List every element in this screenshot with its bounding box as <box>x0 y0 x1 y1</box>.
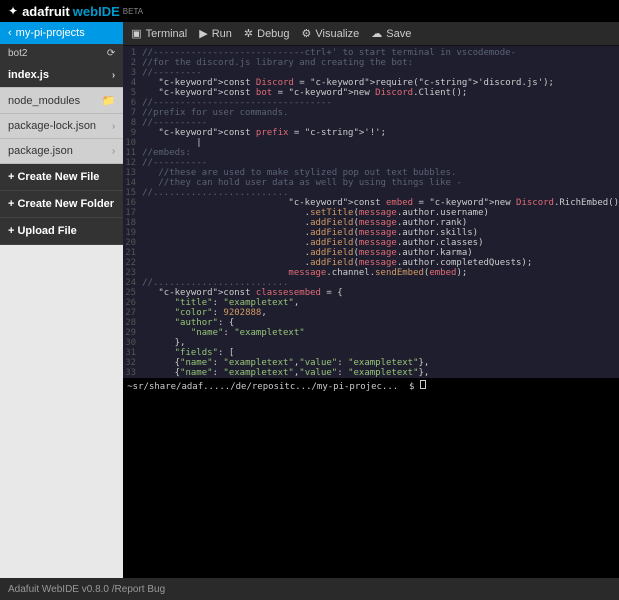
sidebar-spacer <box>0 245 123 578</box>
run-label: Run <box>212 28 232 40</box>
terminal-label: Terminal <box>146 28 188 40</box>
cloud-icon: ☁ <box>371 27 382 40</box>
terminal-cursor <box>420 380 426 389</box>
main-area: ‹ my-pi-projects bot2 ⟳ index.js › node_mo… <box>0 22 619 578</box>
create-folder-button[interactable]: + Create New Folder <box>0 191 123 218</box>
terminal-icon: ▣ <box>131 27 141 40</box>
code-editor[interactable]: 1234567891011121314151617181920212223242… <box>123 46 619 378</box>
code-content[interactable]: //----------------------------ctrl+' to … <box>142 46 619 378</box>
file-list: index.js › node_modules 📁 package-lock.json ›… <box>0 63 123 164</box>
terminal-button[interactable]: ▣ Terminal <box>131 27 187 40</box>
file-name: package.json <box>8 145 73 157</box>
chevron-right-icon: › <box>112 146 115 157</box>
sidebar: ‹ my-pi-projects bot2 ⟳ index.js › node_mo… <box>0 22 123 578</box>
line-gutter: 1234567891011121314151617181920212223242… <box>123 46 142 378</box>
back-icon: ‹ <box>8 27 12 39</box>
terminal-panel[interactable]: ~sr/share/adaf...../de/repositc.../my-pi… <box>123 378 619 578</box>
chevron-right-icon: › <box>112 121 115 132</box>
editor-toolbar: ▣ Terminal ▶ Run ✲ Debug ⚙ Visualize ☁ S… <box>123 22 619 46</box>
file-item[interactable]: index.js › <box>0 63 123 88</box>
save-button[interactable]: ☁ Save <box>371 27 411 40</box>
upload-file-button[interactable]: + Upload File <box>0 218 123 245</box>
brand-name-1: adafruit <box>22 4 70 19</box>
visualize-label: Visualize <box>315 28 359 40</box>
brand-name-2: webIDE <box>73 4 120 19</box>
logo-icon: ✦ <box>8 4 18 18</box>
visualize-button[interactable]: ⚙ Visualize <box>302 27 360 40</box>
run-button[interactable]: ▶ Run <box>199 27 232 40</box>
editor-area: ▣ Terminal ▶ Run ✲ Debug ⚙ Visualize ☁ S… <box>123 22 619 578</box>
play-icon: ▶ <box>199 27 207 40</box>
refresh-icon[interactable]: ⟳ <box>107 48 115 59</box>
folder-name: bot2 <box>8 48 27 59</box>
file-item[interactable]: node_modules 📁 <box>0 88 123 114</box>
debug-button[interactable]: ✲ Debug <box>244 27 290 40</box>
file-name: package-lock.json <box>8 120 96 132</box>
visualize-icon: ⚙ <box>302 27 312 40</box>
status-bar: Adafuit WebIDE v0.8.0 /Report Bug <box>0 578 619 600</box>
app-header: ✦ adafruit webIDE BETA <box>0 0 619 22</box>
create-file-button[interactable]: + Create New File <box>0 164 123 191</box>
save-label: Save <box>386 28 411 40</box>
debug-icon: ✲ <box>244 27 253 40</box>
file-name: index.js <box>8 69 49 81</box>
terminal-prompt: ~sr/share/adaf...../de/repositc.../my-pi… <box>127 382 420 392</box>
debug-label: Debug <box>257 28 289 40</box>
file-name: node_modules <box>8 95 80 107</box>
file-item[interactable]: package-lock.json › <box>0 114 123 139</box>
file-item[interactable]: package.json › <box>0 139 123 164</box>
folder-header: bot2 ⟳ <box>0 44 123 63</box>
breadcrumb[interactable]: ‹ my-pi-projects <box>0 22 123 44</box>
breadcrumb-label: my-pi-projects <box>16 27 85 39</box>
footer-text[interactable]: Adafuit WebIDE v0.8.0 /Report Bug <box>8 584 165 595</box>
chevron-right-icon: › <box>112 70 115 81</box>
folder-icon: 📁 <box>102 94 116 107</box>
beta-badge: BETA <box>123 7 143 16</box>
